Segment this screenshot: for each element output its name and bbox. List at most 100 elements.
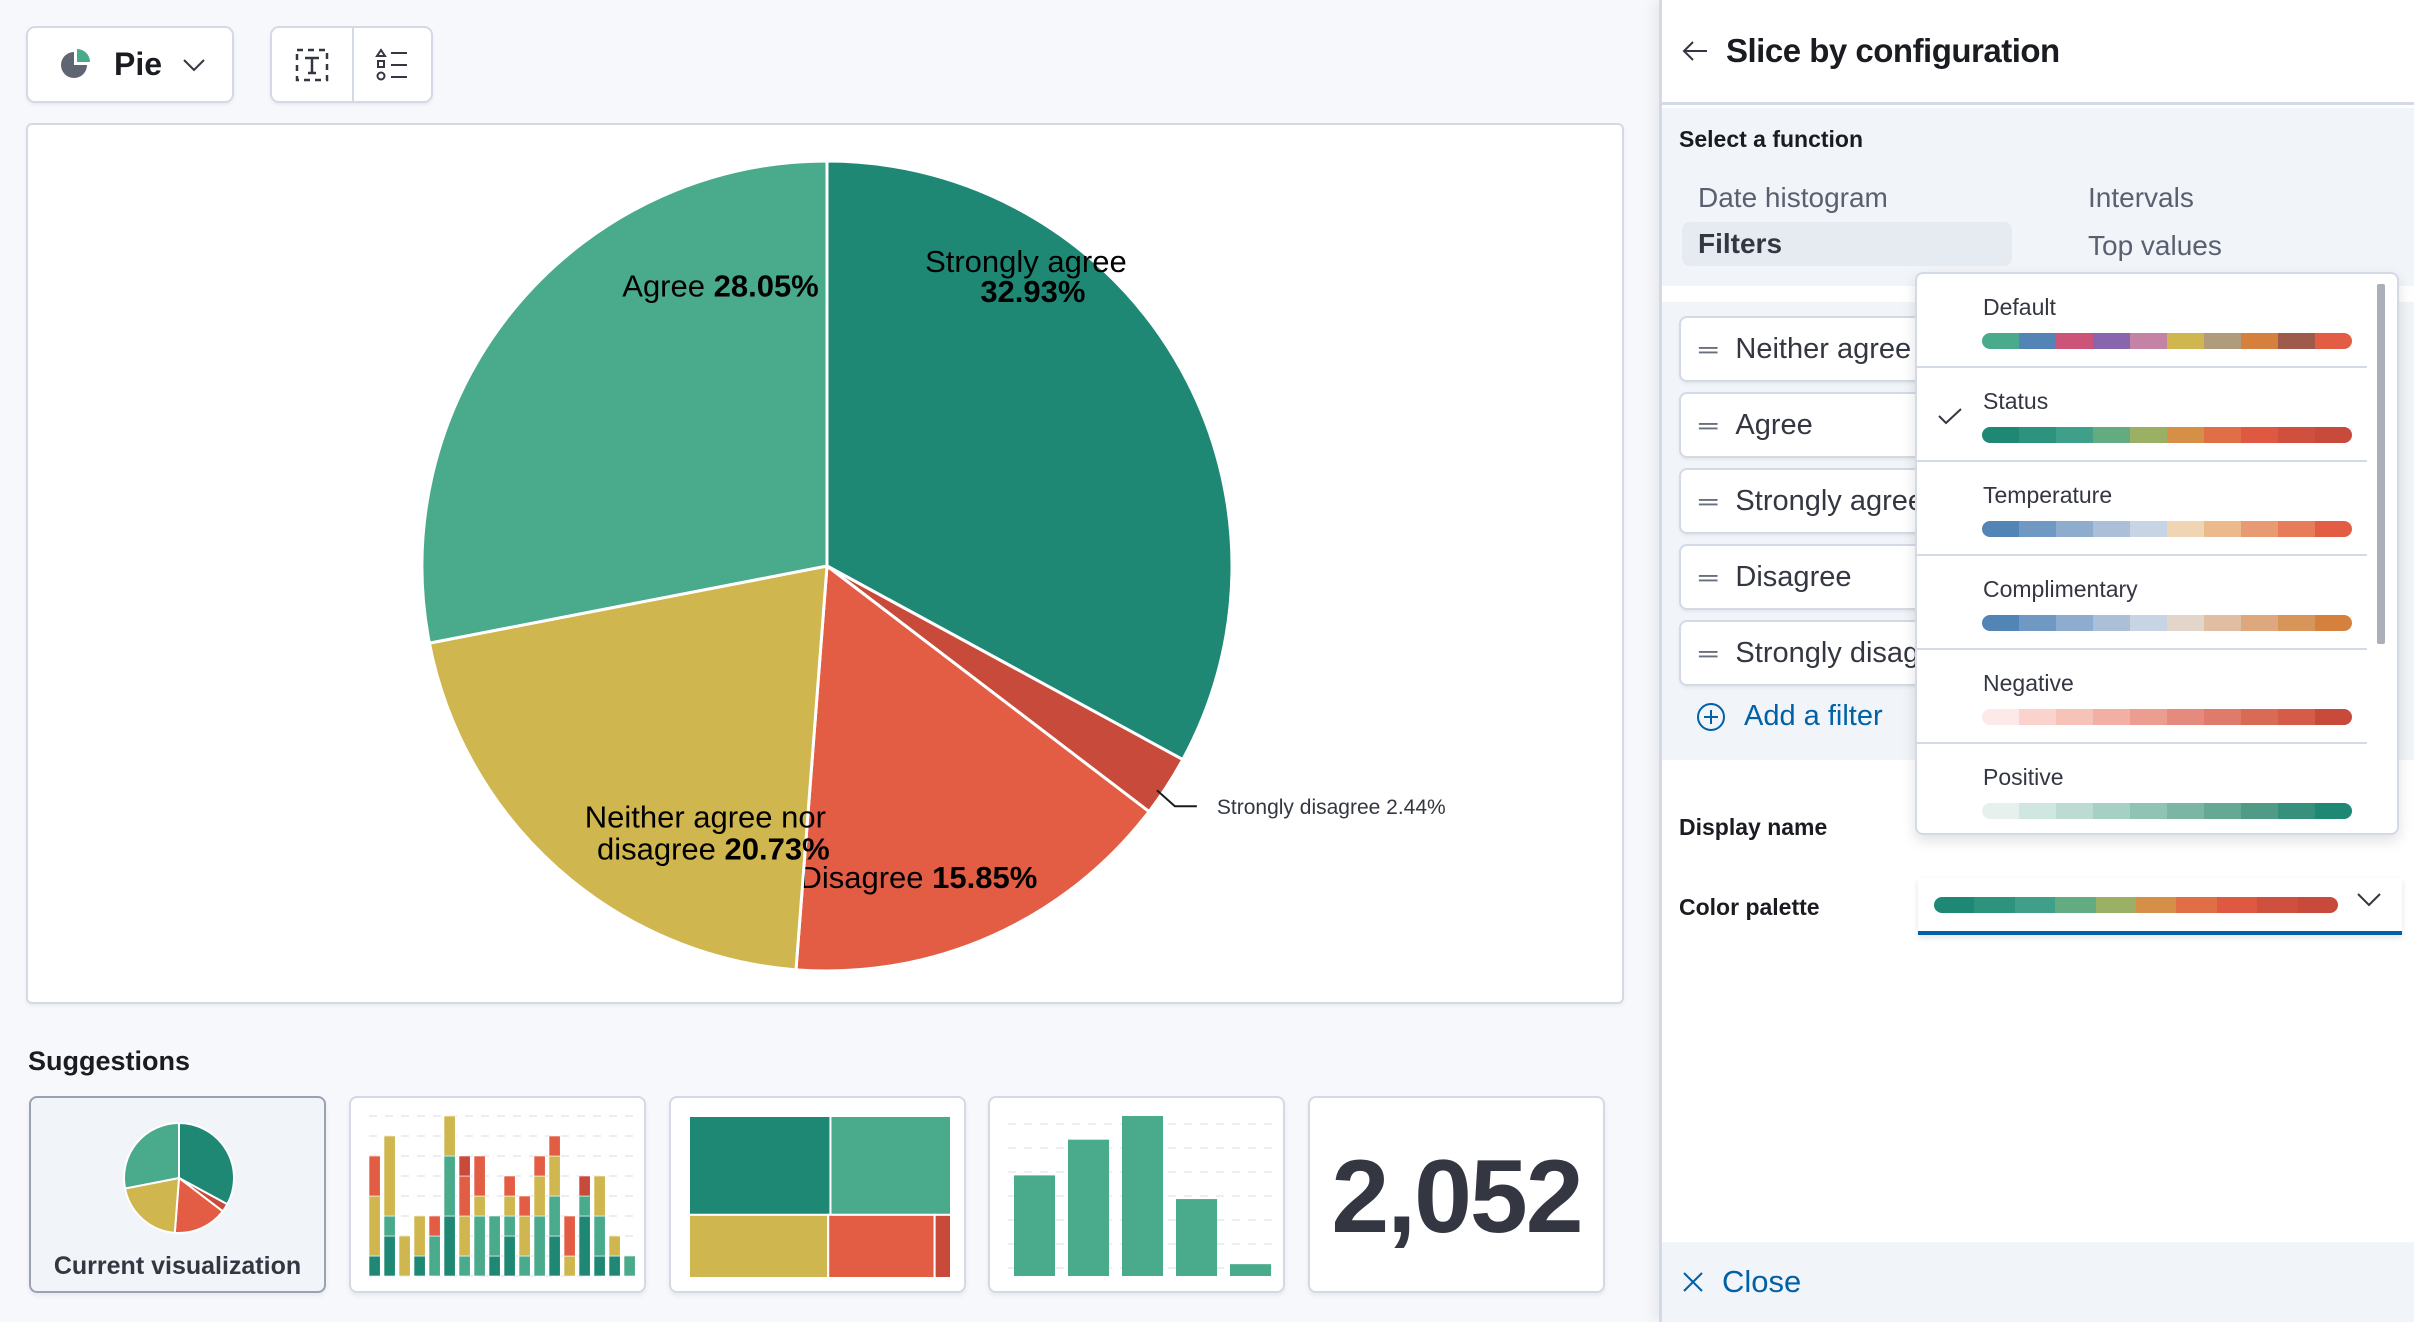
palette-option-default[interactable]: Default — [1917, 274, 2367, 368]
stacked-bar-segment — [548, 1235, 561, 1277]
swatch-color — [2014, 896, 2056, 913]
swatch-color — [2093, 615, 2130, 631]
swatch-color — [2278, 333, 2315, 349]
bar — [1122, 1116, 1164, 1276]
flyout-title: Slice by configuration — [1726, 32, 2060, 69]
swatch-color — [2297, 896, 2338, 913]
swatch-color — [2241, 521, 2278, 537]
swatch-color — [2241, 333, 2278, 349]
suggestion-metric[interactable]: 2,052 — [1308, 1096, 1605, 1293]
stacked-bar-segment — [443, 1155, 456, 1217]
suggestion-current-visualization[interactable]: Current visualization — [29, 1096, 326, 1293]
palette-swatch — [1982, 521, 2352, 537]
slice-label: Disagree 15.85% — [799, 860, 1037, 895]
drag-handle-icon[interactable]: ═ — [1699, 410, 1717, 441]
palette-option-temperature[interactable]: Temperature — [1917, 462, 2367, 556]
palette-option-negative[interactable]: Negative — [1917, 650, 2367, 744]
stacked-bar-segment — [458, 1175, 471, 1217]
stacked-bar-segment — [443, 1115, 456, 1157]
function-intervals[interactable]: Intervals — [2072, 176, 2210, 220]
swatch-color — [1982, 521, 2019, 537]
stacked-bar-segment — [413, 1255, 426, 1277]
swatch-color — [2093, 803, 2130, 819]
chart-type-switcher[interactable]: Pie — [26, 26, 234, 103]
treemap-cell — [827, 1213, 936, 1279]
stacked-bar-segment — [578, 1175, 591, 1197]
swatch-color — [2315, 709, 2352, 725]
swatch-color — [2257, 896, 2298, 913]
drag-handle-icon[interactable]: ═ — [1699, 638, 1717, 669]
legend-options-button[interactable] — [351, 28, 432, 101]
mini-pie-slice — [123, 1121, 180, 1190]
stacked-bar-segment — [593, 1215, 606, 1257]
stacked-bar-segment — [548, 1195, 561, 1237]
bar — [1068, 1139, 1110, 1276]
chevron-down-icon — [2357, 893, 2381, 907]
chart-type-label: Pie — [114, 46, 163, 82]
swatch-color — [2216, 896, 2258, 913]
stacked-bar-segment — [503, 1235, 516, 1277]
swatch-color — [1982, 803, 2019, 819]
function-date-histogram[interactable]: Date histogram — [1682, 176, 1904, 220]
stacked-bar-segment — [488, 1215, 501, 1257]
function-top-values[interactable]: Top values — [2072, 224, 2238, 268]
swatch-color — [1982, 615, 2019, 631]
palette-name: Temperature — [1983, 482, 2113, 508]
filter-label: Disagree — [1735, 560, 1852, 593]
suggestion-stacked-bar[interactable] — [349, 1096, 646, 1293]
add-filter-button[interactable]: Add a filter — [1696, 700, 1883, 733]
swatch-color — [2093, 709, 2130, 725]
color-palette-select[interactable] — [1918, 878, 2402, 935]
slice-label: Neither agree nor disagree 20.73% — [585, 799, 830, 866]
stacked-bar-segment — [368, 1195, 381, 1257]
palette-swatch — [1982, 709, 2352, 725]
palette-swatch — [1982, 427, 2352, 443]
palette-option-status[interactable]: Status — [1917, 368, 2367, 462]
stacked-bar-segment — [428, 1215, 441, 1237]
drag-handle-icon[interactable]: ═ — [1699, 562, 1717, 593]
treemap-cell — [688, 1213, 830, 1279]
function-filters[interactable]: Filters — [1682, 222, 2012, 266]
select-function-label: Select a function — [1679, 126, 1864, 152]
suggestion-bar[interactable] — [988, 1096, 1285, 1293]
stacked-bar-segment — [458, 1155, 471, 1177]
stacked-bar-segment — [563, 1215, 576, 1257]
swatch-color — [2019, 803, 2056, 819]
swatch-color — [1934, 896, 1975, 913]
swatch-color — [2315, 427, 2352, 443]
swatch-color — [2241, 615, 2278, 631]
stacked-bar-segment — [383, 1135, 396, 1217]
drag-handle-icon[interactable]: ═ — [1699, 334, 1717, 365]
drag-handle-icon[interactable]: ═ — [1699, 486, 1717, 517]
swatch-color — [2278, 615, 2315, 631]
stacked-bar-segment — [383, 1215, 396, 1237]
close-button[interactable]: Close — [1662, 1242, 2414, 1322]
stacked-bar-segment — [503, 1175, 516, 1197]
stacked-bar-segment — [548, 1135, 561, 1157]
dropdown-scrollbar[interactable] — [2377, 284, 2385, 644]
swatch-color — [2204, 427, 2241, 443]
swatch-color — [2056, 803, 2093, 819]
stacked-bar-segment — [533, 1215, 546, 1277]
stacked-bar-segment — [608, 1255, 621, 1277]
palette-option-positive[interactable]: Positive — [1917, 744, 2367, 833]
swatch-color — [2056, 427, 2093, 443]
filter-label: Strongly agree — [1735, 484, 1925, 517]
suggestion-treemap[interactable] — [669, 1096, 966, 1293]
stacked-bar-segment — [608, 1235, 621, 1257]
stacked-bar-segment — [593, 1255, 606, 1277]
stacked-bar-segment — [578, 1215, 591, 1277]
labels-options-button[interactable] — [272, 28, 352, 101]
palette-dropdown: Default Status Temperature Complimentary Neg… — [1915, 272, 2399, 835]
arrow-left-icon[interactable] — [1682, 40, 1708, 62]
swatch-color — [2241, 709, 2278, 725]
swatch-color — [2130, 709, 2167, 725]
palette-swatch — [1982, 615, 2352, 631]
stacked-bar-segment — [623, 1255, 636, 1277]
pie-slice-agree[interactable] — [420, 159, 829, 645]
palette-option-complimentary[interactable]: Complimentary — [1917, 556, 2367, 650]
swatch-color — [2019, 521, 2056, 537]
swatch-color — [2130, 333, 2167, 349]
swatch-color — [2278, 709, 2315, 725]
stacked-bar-segment — [578, 1195, 591, 1217]
